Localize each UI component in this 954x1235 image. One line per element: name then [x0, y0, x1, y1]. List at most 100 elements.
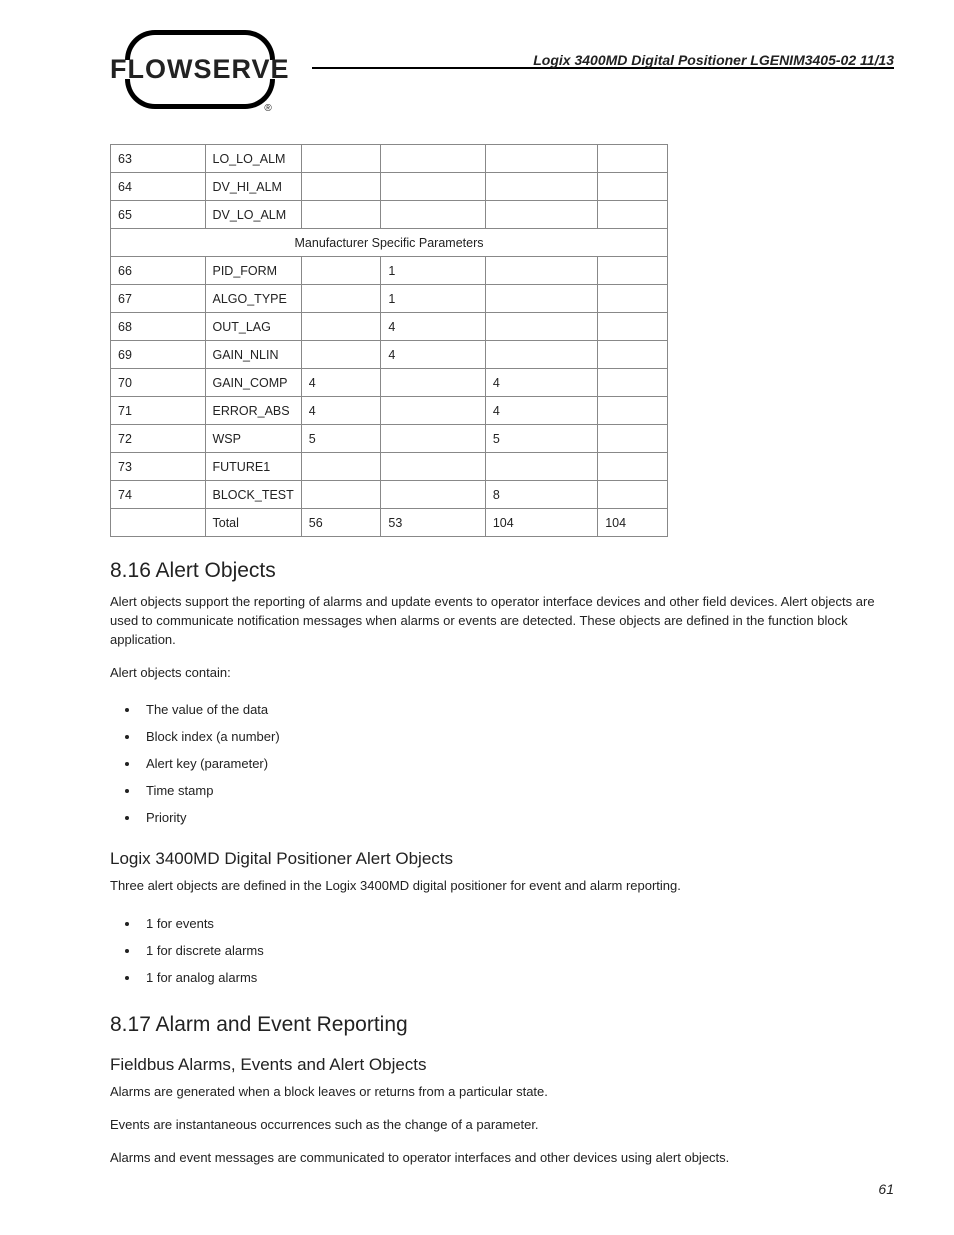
table-cell: WSP	[205, 425, 301, 453]
table-row: 71ERROR_ABS44	[111, 397, 668, 425]
table-cell	[381, 453, 485, 481]
table-cell	[485, 257, 597, 285]
parameter-table: 63LO_LO_ALM64DV_HI_ALM65DV_LO_ALMManufac…	[110, 144, 668, 537]
table-cell: 4	[485, 397, 597, 425]
table-cell: ERROR_ABS	[205, 397, 301, 425]
table-cell: 5	[485, 425, 597, 453]
table-cell: 68	[111, 313, 206, 341]
table-cell: 4	[301, 369, 381, 397]
table-cell: 63	[111, 145, 206, 173]
body-text: Alarms and event messages are communicat…	[110, 1149, 894, 1168]
table-cell	[598, 285, 668, 313]
table-cell: 5	[301, 425, 381, 453]
subsection-heading: Fieldbus Alarms, Events and Alert Object…	[110, 1055, 894, 1075]
table-cell	[381, 481, 485, 509]
table-cell: 69	[111, 341, 206, 369]
flowserve-logo: FLOWSERVE	[110, 30, 290, 109]
body-text: Three alert objects are defined in the L…	[110, 877, 894, 896]
table-cell	[381, 425, 485, 453]
table-cell	[111, 509, 206, 537]
table-cell: Total	[205, 509, 301, 537]
table-cell	[598, 481, 668, 509]
table-row: 65DV_LO_ALM	[111, 201, 668, 229]
bullet-list: 1 for events1 for discrete alarms1 for a…	[110, 910, 894, 991]
table-cell: 72	[111, 425, 206, 453]
table-total-row: Total5653104104	[111, 509, 668, 537]
table-row: 68OUT_LAG 4	[111, 313, 668, 341]
section-heading: 8.17 Alarm and Event Reporting	[110, 1013, 894, 1037]
table-cell	[381, 201, 485, 229]
table-cell	[301, 173, 381, 201]
table-cell: LO_LO_ALM	[205, 145, 301, 173]
table-cell	[301, 453, 381, 481]
table-cell	[598, 341, 668, 369]
table-cell	[485, 173, 597, 201]
body-text: Alert objects support the reporting of a…	[110, 593, 894, 650]
table-cell	[598, 369, 668, 397]
table-row: 70GAIN_COMP44	[111, 369, 668, 397]
table-row: 63LO_LO_ALM	[111, 145, 668, 173]
subsection-heading: Logix 3400MD Digital Positioner Alert Ob…	[110, 849, 894, 869]
table-cell: 67	[111, 285, 206, 313]
page-number: 61	[878, 1181, 894, 1197]
body-text: Alert objects contain:	[110, 664, 894, 683]
table-cell: GAIN_NLIN	[205, 341, 301, 369]
table-cell	[598, 397, 668, 425]
table-cell: 104	[485, 509, 597, 537]
table-cell: GAIN_COMP	[205, 369, 301, 397]
section-heading: 8.16 Alert Objects	[110, 559, 894, 583]
table-row: 64DV_HI_ALM	[111, 173, 668, 201]
table-cell: 64	[111, 173, 206, 201]
list-item: 1 for analog alarms	[140, 964, 894, 991]
table-cell: ALGO_TYPE	[205, 285, 301, 313]
page-header: FLOWSERVE Logix 3400MD Digital Positione…	[110, 30, 894, 109]
table-cell	[301, 257, 381, 285]
table-row: 66PID_FORM1	[111, 257, 668, 285]
table-row: 67ALGO_TYPE 1	[111, 285, 668, 313]
table-cell: 56	[301, 509, 381, 537]
list-item: Time stamp	[140, 777, 894, 804]
table-cell	[598, 173, 668, 201]
table-cell: BLOCK_TEST	[205, 481, 301, 509]
table-cell	[301, 285, 381, 313]
table-cell	[598, 313, 668, 341]
table-cell: OUT_LAG	[205, 313, 301, 341]
table-cell	[485, 453, 597, 481]
table-cell	[301, 341, 381, 369]
table-cell: 4	[301, 397, 381, 425]
table-cell	[301, 313, 381, 341]
table-cell: 8	[485, 481, 597, 509]
table-cell	[598, 257, 668, 285]
table-cell	[301, 201, 381, 229]
table-cell: PID_FORM	[205, 257, 301, 285]
table-cell: 104	[598, 509, 668, 537]
table-cell: DV_HI_ALM	[205, 173, 301, 201]
body-text: Events are instantaneous occurrences suc…	[110, 1116, 894, 1135]
table-cell: 4	[381, 313, 485, 341]
list-item: Priority	[140, 804, 894, 831]
table-row: 73FUTURE1	[111, 453, 668, 481]
table-cell: 74	[111, 481, 206, 509]
doc-title: Logix 3400MD Digital Positioner LGENIM34…	[533, 52, 894, 68]
table-cell	[485, 313, 597, 341]
list-item: 1 for events	[140, 910, 894, 937]
table-cell: 4	[381, 341, 485, 369]
table-cell	[381, 145, 485, 173]
table-cell: 66	[111, 257, 206, 285]
table-row: 72WSP55	[111, 425, 668, 453]
table-cell	[485, 201, 597, 229]
table-cell	[598, 453, 668, 481]
table-cell: 53	[381, 509, 485, 537]
table-row: 69GAIN_NLIN 4	[111, 341, 668, 369]
table-cell: 70	[111, 369, 206, 397]
body-text: Alarms are generated when a block leaves…	[110, 1083, 894, 1102]
table-cell	[381, 369, 485, 397]
table-cell: 65	[111, 201, 206, 229]
list-item: 1 for discrete alarms	[140, 937, 894, 964]
table-cell: 71	[111, 397, 206, 425]
table-cell: DV_LO_ALM	[205, 201, 301, 229]
table-cell: 1	[381, 285, 485, 313]
table-cell: 4	[485, 369, 597, 397]
list-item: Alert key (parameter)	[140, 750, 894, 777]
table-row: 74BLOCK_TEST 8	[111, 481, 668, 509]
